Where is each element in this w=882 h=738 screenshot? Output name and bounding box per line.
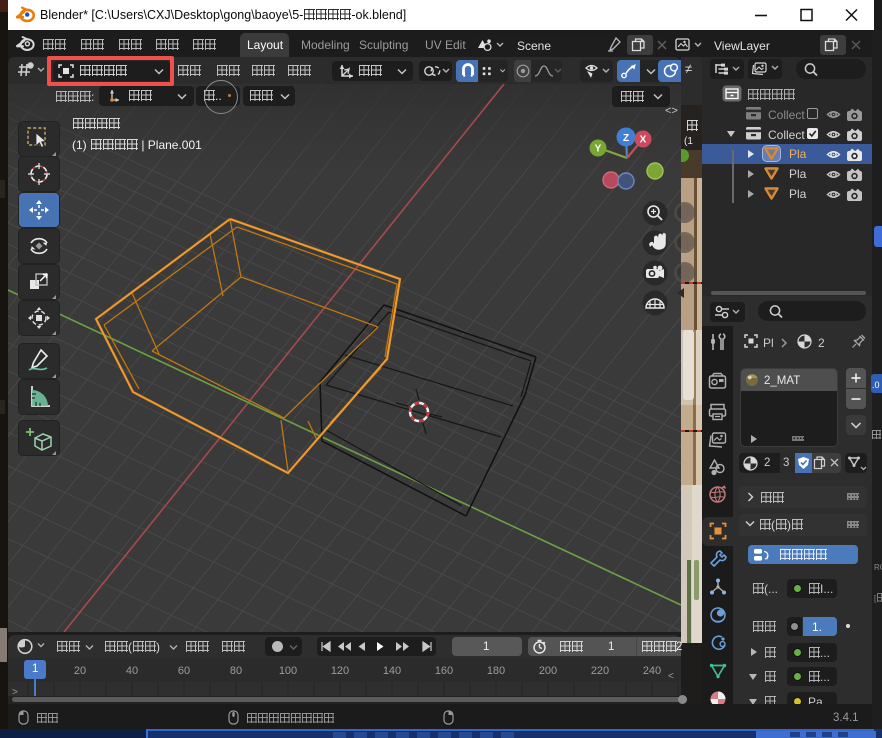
svg-text:80: 80 [230,665,242,677]
svg-text:Z: Z [623,133,629,144]
svg-text:X: X [640,135,647,146]
svg-text:200: 200 [539,665,557,677]
svg-text:20: 20 [74,665,86,677]
svg-text:240: 240 [643,665,661,677]
svg-text:120: 120 [331,665,349,677]
svg-text:160: 160 [435,665,453,677]
svg-text:60: 60 [178,665,190,677]
svg-text:100: 100 [279,665,297,677]
svg-text:40: 40 [126,665,138,677]
svg-text:220: 220 [591,665,609,677]
svg-text:140: 140 [383,665,401,677]
svg-text:Y: Y [595,144,602,155]
svg-text:180: 180 [487,665,505,677]
